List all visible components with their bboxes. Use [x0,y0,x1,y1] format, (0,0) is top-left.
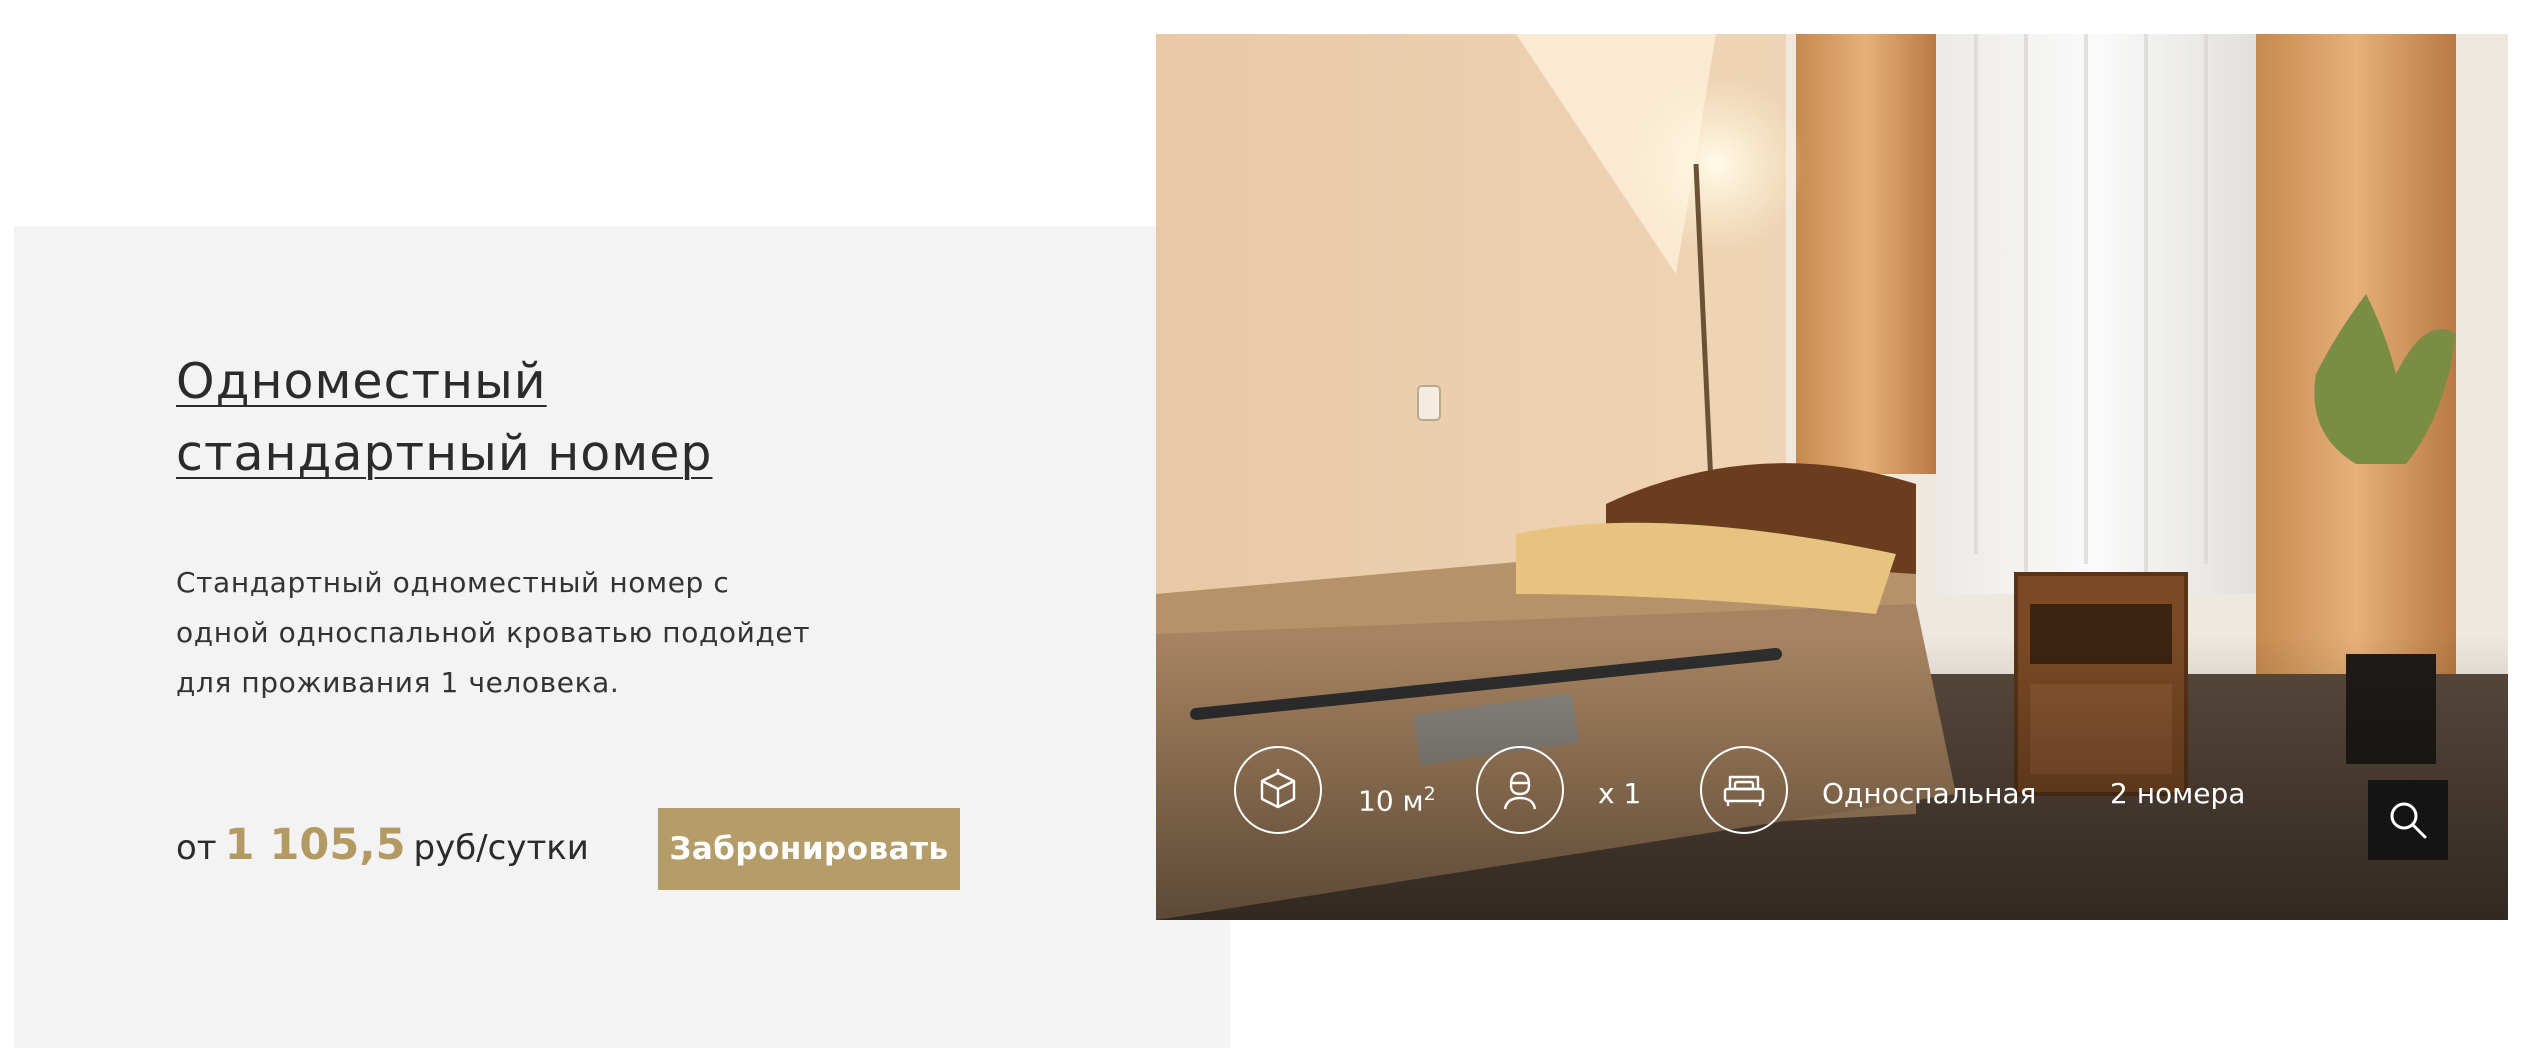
stat-area: 10 м2 [1358,774,1436,821]
book-button[interactable]: Забронировать [658,808,960,890]
bed-icon [1700,746,1788,834]
search-icon [2390,802,2427,839]
room-stats-bar: 10 м2 x 1 Односпальная 2 номера [1156,34,2508,920]
stat-area-unit-exponent: 2 [1423,783,1436,805]
stat-area-value: 10 м [1358,784,1424,818]
stat-bed-type: Односпальная [1822,777,2037,810]
price-prefix: от [176,828,217,868]
stat-guests: x 1 [1598,777,1642,810]
room-description: Стандартный одноместный номер с одной од… [176,566,811,699]
person-icon [1476,746,1564,834]
room-title-link[interactable]: Одноместный стандартный номер [176,346,896,490]
price-amount: 1 105,5 [224,820,406,870]
price-unit: руб/сутки [413,828,589,868]
cube-icon [1234,746,1322,834]
room-photo[interactable]: 10 м2 x 1 Односпальная 2 номера [1156,34,2508,920]
room-price: от 1 105,5 руб/сутки [176,820,589,870]
stat-rooms-count: 2 номера [2110,777,2246,810]
zoom-button[interactable] [2368,780,2448,860]
